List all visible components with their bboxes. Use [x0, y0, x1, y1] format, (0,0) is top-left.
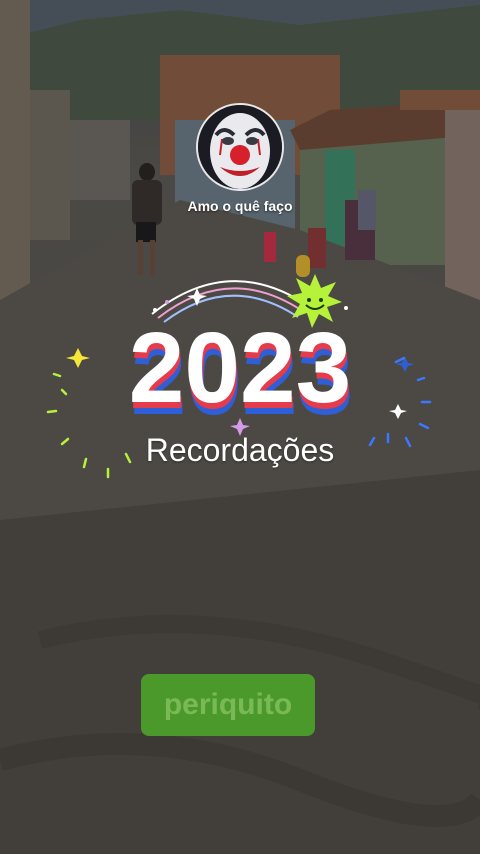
recap-subtitle: Recordações	[145, 432, 335, 468]
profile-name: Amo o quê faço	[187, 198, 293, 214]
year-text: 2023	[129, 312, 351, 424]
year-title: 2023 2023 2023	[129, 312, 353, 430]
periquito-button[interactable]: periquito	[141, 674, 315, 736]
clown-face-icon	[198, 105, 282, 189]
story-screen: Amo o quê faço 2023 2023 2023 Recordaçõe…	[0, 0, 480, 854]
profile-avatar[interactable]	[196, 103, 284, 191]
